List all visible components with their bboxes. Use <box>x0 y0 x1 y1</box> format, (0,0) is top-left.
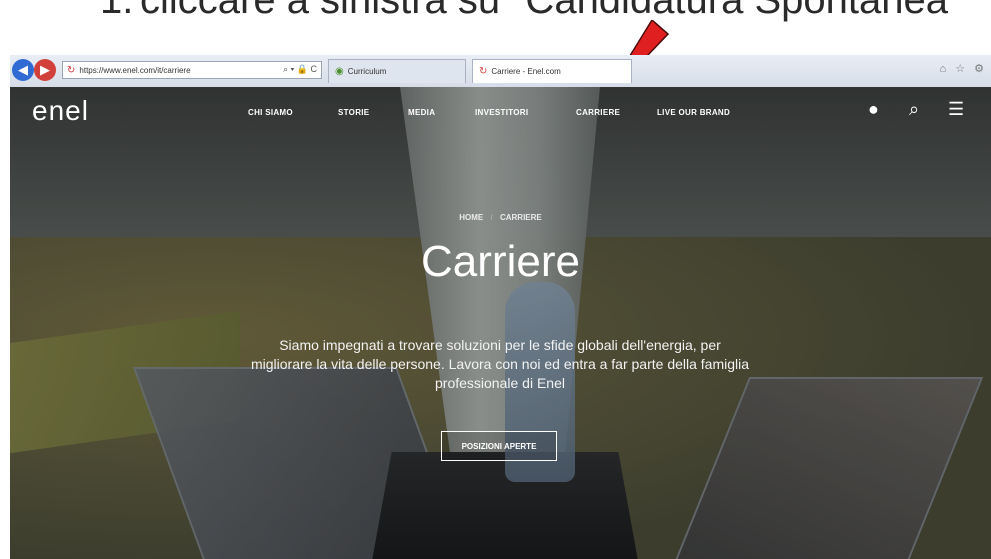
page-icon: ◉ <box>335 66 344 77</box>
nav-storie[interactable]: STORIE <box>338 108 369 117</box>
slide-heading-number: 1. <box>100 0 134 22</box>
page-title: Carriere <box>421 237 580 286</box>
chat-icon[interactable]: ● <box>868 99 879 120</box>
tab-label: Carriere - Enel.com <box>491 67 561 76</box>
enel-logo[interactable]: enel <box>32 95 89 127</box>
nav-investitori[interactable]: INVESTITORI <box>475 108 528 117</box>
refresh-icon: ↻ <box>67 64 76 76</box>
tab-label: Curriculum <box>347 67 387 76</box>
breadcrumb-current: CARRIERE <box>499 213 542 222</box>
nav-media[interactable]: MEDIA <box>408 108 435 117</box>
tab-carriere[interactable]: ↻ Carriere - Enel.com <box>472 59 632 83</box>
open-positions-button[interactable]: POSIZIONI APERTE <box>441 431 557 461</box>
slide-heading: 1. cliccare a sinistra su "Candidatura S… <box>0 0 991 38</box>
menu-icon[interactable]: ☰ <box>948 99 964 120</box>
forward-button[interactable]: ▶ <box>34 59 56 81</box>
breadcrumb-separator: / <box>490 213 493 222</box>
address-bar[interactable]: ↻ https://www.enel.com/it/carriere ⌕ ▾ 🔒… <box>62 61 322 79</box>
browser-toolbar: ◀ ▶ ↻ https://www.enel.com/it/carriere ⌕… <box>10 55 991 88</box>
page-icon: ↻ <box>479 66 488 77</box>
address-tools[interactable]: ⌕ ▾ 🔒 C <box>283 64 317 75</box>
nav-chi-siamo[interactable]: CHI SIAMO <box>248 108 293 117</box>
nav-live-our-brand[interactable]: LIVE OUR BRAND <box>657 108 730 117</box>
address-url: https://www.enel.com/it/carriere <box>79 65 191 75</box>
breadcrumb: HOME / CARRIERE <box>10 213 991 222</box>
arrow-right-icon: ▶ <box>40 62 50 77</box>
hero-section: enel CHI SIAMO STORIE MEDIA INVESTITORI … <box>10 87 991 559</box>
arrow-left-icon: ◀ <box>18 62 28 77</box>
breadcrumb-home[interactable]: HOME <box>459 213 483 222</box>
slide-heading-text: cliccare a sinistra su "Candidatura Spon… <box>140 0 963 22</box>
hero-overlay <box>10 87 991 559</box>
page-description: Siamo impegnati a trovare soluzioni per … <box>250 337 750 391</box>
nav-carriere[interactable]: CARRIERE <box>576 108 620 117</box>
tab-curriculum[interactable]: ◉ Curriculum <box>328 59 466 83</box>
browser-menu-icons[interactable]: ⌂ ☆ ⚙ <box>940 62 987 75</box>
back-button[interactable]: ◀ <box>12 59 34 81</box>
search-icon[interactable]: ⌕ <box>909 99 919 120</box>
